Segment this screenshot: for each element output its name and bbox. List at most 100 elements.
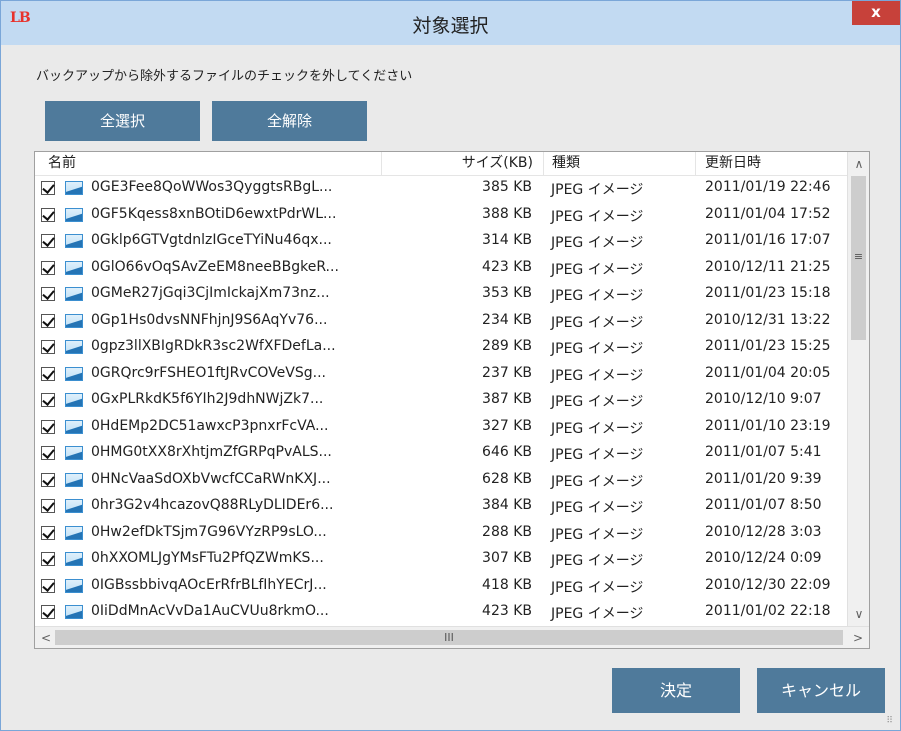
- file-date: 2011/01/04 17:52: [705, 205, 831, 222]
- file-type: JPEG イメージ: [551, 394, 644, 410]
- close-button[interactable]: x: [852, 1, 900, 25]
- file-name: 0Gp1Hs0dvsNNFhjnJ9S6AqYv76...: [91, 311, 328, 328]
- file-type: JPEG イメージ: [551, 367, 644, 384]
- row-checkbox[interactable]: [41, 234, 55, 248]
- table-row[interactable]: 0GxPLRkdK5f6YIh2J9dhNWjZk7... 387 KB JPEG …: [35, 388, 869, 415]
- row-checkbox[interactable]: [41, 552, 55, 566]
- table-row[interactable]: 0HdEMp2DC51awxcP3pnxrFcVA... 327 KB JPEG イ…: [35, 415, 869, 442]
- file-type: JPEG イメージ: [551, 526, 644, 543]
- row-checkbox[interactable]: [41, 578, 55, 593]
- file-type: JPEG イメージ: [551, 579, 644, 596]
- file-date: 2011/01/23 15:18: [705, 285, 831, 301]
- file-name: 0HMG0tXX8rXhtjmZfGRPqPvALS...: [91, 444, 332, 460]
- file-date: 2010/12/10 9:07: [705, 391, 822, 407]
- table-row[interactable]: 0IGBssbbivqAOcErRfrBLfIhYECrJ... 418 KB JP…: [35, 574, 869, 601]
- file-date: 2011/01/16 17:07: [705, 232, 831, 248]
- file-date: 2010/12/30 22:09: [705, 576, 831, 593]
- row-checkbox[interactable]: [41, 287, 55, 301]
- horizontal-scroll-thumb[interactable]: III: [55, 630, 843, 645]
- grip-icon: ≡: [853, 250, 864, 263]
- table-row[interactable]: 0GRQrc9rFSHEO1ftJRvCOVeVSg... 237 KB JPEG …: [35, 362, 869, 389]
- table-row[interactable]: 0GMeR27jGqi3CjImIckajXm73nz... 353 KB JPEG…: [35, 282, 869, 309]
- image-file-icon: [65, 525, 83, 540]
- row-checkbox[interactable]: [41, 446, 55, 460]
- file-size: 628 KB: [482, 470, 532, 487]
- file-size: 234 KB: [482, 311, 532, 328]
- file-size: 423 KB: [482, 603, 532, 619]
- file-name: 0HNcVaaSdOXbVwcfCCaRWnKXJ...: [91, 470, 331, 487]
- file-size: 353 KB: [482, 285, 532, 301]
- column-header-name[interactable]: 名前: [35, 152, 382, 175]
- table-row[interactable]: 0GF5Kqess8xnBOtiD6ewxtPdrWL... 388 KB JPEG…: [35, 203, 869, 230]
- table-row[interactable]: 0Hw2efDkTSjm7G96VYzRP9sLO... 288 KB JPEG イ…: [35, 521, 869, 548]
- image-file-icon: [65, 446, 83, 460]
- resize-grip-icon[interactable]: ⠿: [886, 716, 894, 726]
- scroll-right-icon[interactable]: >: [847, 628, 869, 648]
- table-row[interactable]: 0IiDdMnAcVvDa1AuCVUu8rkmO... 423 KB JPEG イ…: [35, 600, 869, 627]
- scroll-up-icon[interactable]: ∧: [848, 154, 869, 174]
- file-size: 237 KB: [482, 364, 532, 381]
- table-row[interactable]: 0HNcVaaSdOXbVwcfCCaRWnKXJ... 628 KB JPEG イ…: [35, 468, 869, 495]
- file-type: JPEG イメージ: [551, 314, 644, 331]
- scroll-down-icon[interactable]: ∨: [848, 604, 869, 624]
- file-size: 423 KB: [482, 258, 532, 275]
- vertical-scrollbar[interactable]: ∧ ≡ ∨: [847, 152, 869, 626]
- window-title: 対象選択: [412, 15, 489, 37]
- table-row[interactable]: 0GlO66vOqSAvZeEM8neeBBgkeR... 423 KB JPEG …: [35, 256, 869, 283]
- table-row[interactable]: 0GE3Fee8QoWWos3QyggtsRBgL... 385 KB JPEG イ…: [35, 176, 869, 203]
- file-name: 0GxPLRkdK5f6YIh2J9dhNWjZk7...: [91, 391, 324, 407]
- file-size: 385 KB: [482, 179, 532, 195]
- image-file-icon: [65, 605, 83, 619]
- table-row[interactable]: 0Gklp6GTVgtdnlzIGceTYiNu46qx... 314 KB JPE…: [35, 229, 869, 256]
- row-checkbox[interactable]: [41, 499, 55, 513]
- image-file-icon: [65, 366, 83, 381]
- file-size: 327 KB: [482, 417, 532, 434]
- table-row[interactable]: 0hXXOMLJgYMsFTu2PfQZWmKS... 307 KB JPEG イメ…: [35, 547, 869, 574]
- cancel-button[interactable]: キャンセル: [757, 668, 885, 713]
- row-checkbox[interactable]: [41, 181, 55, 195]
- file-date: 2011/01/07 5:41: [705, 444, 822, 460]
- file-name: 0GRQrc9rFSHEO1ftJRvCOVeVSg...: [91, 364, 326, 381]
- row-checkbox[interactable]: [41, 605, 55, 619]
- image-file-icon: [65, 313, 83, 328]
- table-row[interactable]: 0HMG0tXX8rXhtjmZfGRPqPvALS... 646 KB JPEG …: [35, 441, 869, 468]
- row-checkbox[interactable]: [41, 393, 55, 407]
- table-row[interactable]: 0gpz3llXBIgRDkR3sc2WfXFDefLa... 289 KB JPE…: [35, 335, 869, 362]
- scroll-left-icon[interactable]: <: [35, 628, 57, 648]
- file-date: 2011/01/20 9:39: [705, 470, 822, 487]
- image-file-icon: [65, 552, 83, 566]
- deselect-all-button[interactable]: 全解除: [212, 101, 367, 141]
- column-header-type[interactable]: 種類: [544, 152, 696, 175]
- image-file-icon: [65, 340, 83, 354]
- ok-button[interactable]: 決定: [612, 668, 740, 713]
- file-name: 0hXXOMLJgYMsFTu2PfQZWmKS...: [91, 550, 324, 566]
- file-date: 2011/01/02 22:18: [705, 603, 831, 619]
- select-all-button[interactable]: 全選択: [45, 101, 200, 141]
- vertical-scroll-thumb[interactable]: ≡: [851, 176, 866, 340]
- row-checkbox[interactable]: [41, 419, 55, 434]
- row-checkbox[interactable]: [41, 260, 55, 275]
- row-checkbox[interactable]: [41, 472, 55, 487]
- image-file-icon: [65, 419, 83, 434]
- file-size: 646 KB: [482, 444, 532, 460]
- column-header-date[interactable]: 更新日時: [696, 152, 846, 175]
- column-header-row: 名前 サイズ(KB) 種類 更新日時: [35, 152, 869, 176]
- file-size: 387 KB: [482, 391, 532, 407]
- row-checkbox[interactable]: [41, 525, 55, 540]
- image-file-icon: [65, 499, 83, 513]
- image-file-icon: [65, 287, 83, 301]
- image-file-icon: [65, 181, 83, 195]
- file-name: 0gpz3llXBIgRDkR3sc2WfXFDefLa...: [91, 338, 336, 354]
- table-row[interactable]: 0hr3G2v4hcazovQ88RLyDLIDEr6... 384 KB JPEG…: [35, 494, 869, 521]
- title-bar[interactable]: LB 対象選択 x: [1, 1, 900, 45]
- row-checkbox[interactable]: [41, 340, 55, 354]
- file-size: 289 KB: [482, 338, 532, 354]
- file-name: 0GlO66vOqSAvZeEM8neeBBgkeR...: [91, 258, 339, 275]
- file-date: 2010/12/24 0:09: [705, 550, 822, 566]
- row-checkbox[interactable]: [41, 207, 55, 222]
- horizontal-scrollbar[interactable]: < III >: [35, 626, 869, 648]
- table-row[interactable]: 0Gp1Hs0dvsNNFhjnJ9S6AqYv76... 234 KB JPEG …: [35, 309, 869, 336]
- column-header-size[interactable]: サイズ(KB): [382, 152, 544, 175]
- row-checkbox[interactable]: [41, 313, 55, 328]
- row-checkbox[interactable]: [41, 366, 55, 381]
